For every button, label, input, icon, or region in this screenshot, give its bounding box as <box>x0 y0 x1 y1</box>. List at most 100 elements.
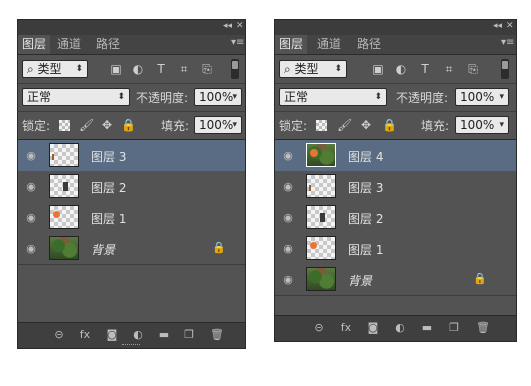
delete-layer-icon[interactable]: 🗑 <box>210 328 224 342</box>
panel-footer: ⊝ fx ◙ ◐ ▬ ❐ 🗑 <box>275 315 516 341</box>
close-icon[interactable]: ✕ <box>506 21 514 31</box>
lock-all-icon[interactable]: 🔒 <box>121 118 136 132</box>
filter-kind-dropdown[interactable]: ⌕ 类型 ⬍ <box>279 60 347 78</box>
layer-name[interactable]: 图层 1 <box>348 241 383 258</box>
panel-titlebar: ◂◂ ✕ <box>18 20 245 36</box>
layer-thumbnail <box>306 236 336 260</box>
filter-adjustment-icon[interactable]: ◐ <box>131 62 145 76</box>
lock-paint-brush-icon[interactable]: 🖌 <box>337 118 352 132</box>
layer-name[interactable]: 图层 1 <box>91 210 126 227</box>
chevron-down-icon[interactable]: ▾ <box>499 89 504 105</box>
close-icon[interactable]: ✕ <box>236 21 244 31</box>
layer-row[interactable]: ◉ 背景 🔒 <box>275 264 516 296</box>
layer-row[interactable]: ◉ 图层 1 <box>18 202 245 234</box>
layer-name[interactable]: 图层 4 <box>348 148 383 165</box>
layer-row[interactable]: ◉ 图层 2 <box>18 171 245 203</box>
new-adjustment-icon[interactable]: ◐ <box>393 321 407 335</box>
tab-layers[interactable]: 图层 <box>18 35 51 54</box>
layer-row[interactable]: ◉ 图层 4 <box>275 140 516 172</box>
chevron-down-icon[interactable]: ▾ <box>499 117 504 133</box>
filter-shape-icon[interactable]: ⌗ <box>177 62 191 76</box>
filter-pixel-icon[interactable]: ▣ <box>109 62 123 76</box>
filter-kind-dropdown[interactable]: ⌕ 类型 ⬍ <box>22 60 88 78</box>
filter-shape-icon[interactable]: ⌗ <box>442 62 456 76</box>
tab-channels[interactable]: 通道 <box>53 35 85 54</box>
tab-paths[interactable]: 路径 <box>92 35 124 54</box>
filter-smartobject-icon[interactable]: ⎘ <box>466 62 480 76</box>
search-icon: ⌕ <box>284 62 295 76</box>
eye-icon[interactable]: ◉ <box>25 212 37 224</box>
eye-icon[interactable]: ◉ <box>282 274 294 286</box>
layer-row[interactable]: ◉ 图层 1 <box>275 233 516 265</box>
filter-type-icon[interactable]: T <box>418 62 432 76</box>
eye-icon[interactable]: ◉ <box>282 243 294 255</box>
new-group-icon[interactable]: ▬ <box>157 328 171 342</box>
tab-channels[interactable]: 通道 <box>313 35 345 54</box>
chevron-updown-icon: ⬍ <box>374 92 382 102</box>
blend-mode-dropdown[interactable]: 正常 ⬍ <box>279 88 387 106</box>
filter-type-icon[interactable]: T <box>154 62 168 76</box>
layer-style-icon[interactable]: fx <box>78 328 92 342</box>
layer-thumbnail <box>49 143 79 167</box>
chevron-down-icon[interactable]: ▾ <box>232 89 237 105</box>
opacity-field[interactable]: 100% ▾ <box>455 88 509 106</box>
blend-mode-dropdown[interactable]: 正常 ⬍ <box>22 88 130 106</box>
eye-icon[interactable]: ◉ <box>282 150 294 162</box>
filter-adjustment-icon[interactable]: ◐ <box>394 62 408 76</box>
lock-paint-brush-icon[interactable]: 🖌 <box>79 118 94 132</box>
layer-name[interactable]: 图层 3 <box>91 148 126 165</box>
layer-thumbnail <box>306 205 336 229</box>
eye-icon[interactable]: ◉ <box>25 150 37 162</box>
search-icon: ⌕ <box>27 62 38 76</box>
layer-row[interactable]: ◉ 背景 🔒 <box>18 233 245 265</box>
eye-icon[interactable]: ◉ <box>282 181 294 193</box>
link-layers-icon[interactable]: ⊝ <box>52 328 66 342</box>
collapse-icon[interactable]: ◂◂ <box>223 21 232 31</box>
layer-name[interactable]: 背景 <box>91 241 115 258</box>
fill-field[interactable]: 100% ▾ <box>455 116 509 134</box>
new-adjustment-icon[interactable]: ◐ <box>131 328 145 342</box>
lock-move-icon[interactable]: ✥ <box>100 118 114 132</box>
delete-layer-icon[interactable]: 🗑 <box>476 321 490 335</box>
filter-smartobject-icon[interactable]: ⎘ <box>200 62 214 76</box>
layers-panel-right: ◂◂ ✕ 图层 通道 路径 ▾≡ ⌕ 类型 ⬍ ▣ ◐ T ⌗ ⎘ 正常 ⬍ 不… <box>274 19 517 342</box>
lock-transparent-icon[interactable] <box>316 120 327 131</box>
resize-grip[interactable] <box>122 344 140 347</box>
eye-icon[interactable]: ◉ <box>282 212 294 224</box>
filter-pixel-icon[interactable]: ▣ <box>371 62 385 76</box>
filter-toggle[interactable] <box>501 59 509 79</box>
lock-transparent-icon[interactable] <box>59 120 70 131</box>
panel-menu-icon[interactable]: ▾≡ <box>501 37 514 48</box>
layer-row[interactable]: ◉ 图层 2 <box>275 202 516 234</box>
layer-name[interactable]: 图层 2 <box>91 179 126 196</box>
fill-field[interactable]: 100% ▾ <box>194 116 242 134</box>
panel-menu-icon[interactable]: ▾≡ <box>231 37 244 48</box>
new-layer-icon[interactable]: ❐ <box>182 328 196 342</box>
layer-row[interactable]: ◉ 图层 3 <box>275 171 516 203</box>
layer-name[interactable]: 背景 <box>348 272 372 289</box>
layer-thumbnail <box>306 267 336 291</box>
link-layers-icon[interactable]: ⊝ <box>312 321 326 335</box>
layer-style-icon[interactable]: fx <box>339 321 353 335</box>
chevron-updown-icon: ⬍ <box>334 64 342 74</box>
new-layer-icon[interactable]: ❐ <box>447 321 461 335</box>
filter-toggle[interactable] <box>231 59 239 79</box>
lock-all-icon[interactable]: 🔒 <box>382 118 397 132</box>
layer-name[interactable]: 图层 3 <box>348 179 383 196</box>
layer-name[interactable]: 图层 2 <box>348 210 383 227</box>
eye-icon[interactable]: ◉ <box>25 243 37 255</box>
chevron-updown-icon: ⬍ <box>75 64 83 74</box>
tab-paths[interactable]: 路径 <box>353 35 385 54</box>
lock-move-icon[interactable]: ✥ <box>359 118 373 132</box>
add-mask-icon[interactable]: ◙ <box>105 328 119 342</box>
eye-icon[interactable]: ◉ <box>25 181 37 193</box>
opacity-field[interactable]: 100% ▾ <box>194 88 242 106</box>
opacity-value: 100% <box>460 90 495 104</box>
layer-row[interactable]: ◉ 图层 3 <box>18 140 245 172</box>
chevron-down-icon[interactable]: ▾ <box>232 117 237 133</box>
add-mask-icon[interactable]: ◙ <box>366 321 380 335</box>
tab-layers[interactable]: 图层 <box>275 35 308 54</box>
opacity-value: 100% <box>199 90 234 104</box>
collapse-icon[interactable]: ◂◂ <box>493 21 502 31</box>
new-group-icon[interactable]: ▬ <box>420 321 434 335</box>
